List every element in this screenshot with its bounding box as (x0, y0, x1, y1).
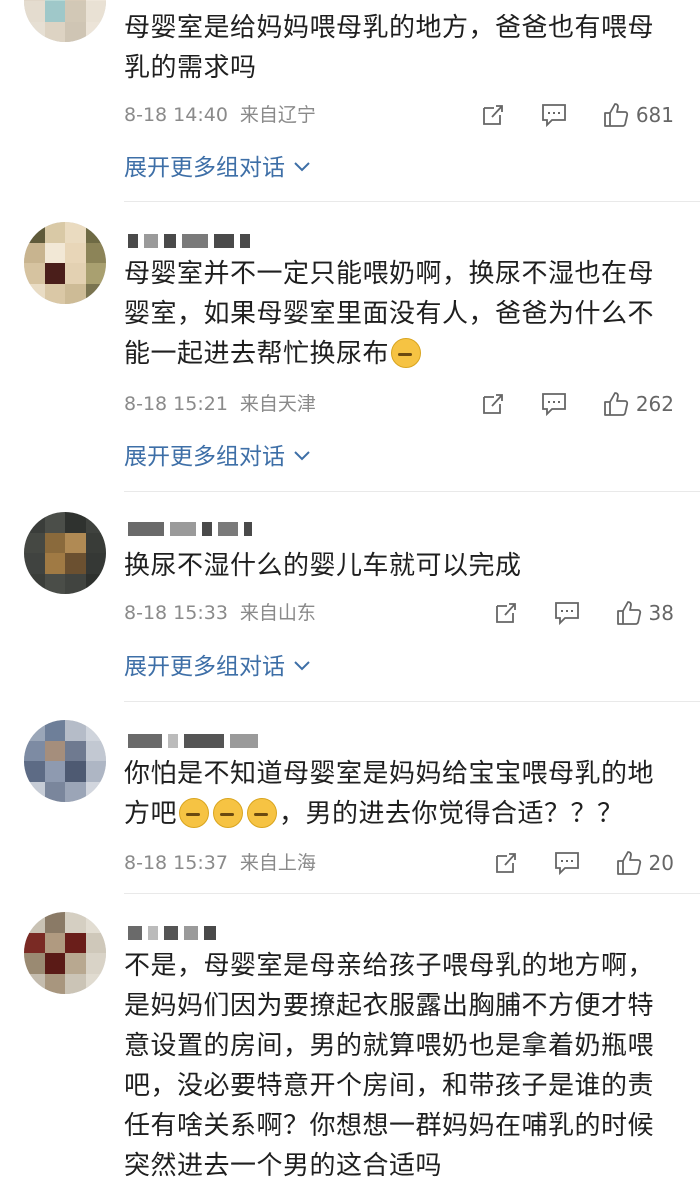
divider (124, 893, 700, 894)
avatar[interactable] (24, 0, 106, 42)
reply-button[interactable] (553, 600, 581, 626)
expand-label: 展开更多组对话 (124, 654, 285, 680)
comment-location: 来自辽宁 (239, 104, 316, 126)
comment-text-body: 母婴室并不一定只能喂奶啊，换尿不湿也在母婴室，如果母婴室里面没有人，爸爸为什么不… (124, 259, 655, 369)
thumbs-up-icon (616, 851, 641, 875)
share-icon (495, 853, 516, 873)
share-button[interactable] (493, 600, 519, 626)
avatar[interactable] (24, 512, 106, 594)
expand-label: 展开更多组对话 (124, 444, 285, 470)
thumbs-up-icon (616, 601, 641, 625)
comment-location: 来自上海 (239, 852, 316, 874)
chevron-down-icon (293, 148, 311, 184)
avatar[interactable] (24, 720, 106, 802)
awkward-emoji (179, 798, 210, 828)
avatar[interactable] (24, 912, 106, 994)
reply-button[interactable] (540, 102, 568, 128)
like-button[interactable]: 20 (615, 849, 674, 877)
comment-actions: 681 (446, 100, 674, 130)
reply-button[interactable] (553, 850, 581, 876)
comment-time: 8-18 15:21 (124, 393, 228, 415)
expand-conversation-link[interactable]: 展开更多组对话 (124, 647, 311, 683)
laughing-crying-emoji (391, 338, 422, 368)
comment-text: 你怕是不知道母婴室是妈妈给宝宝喂母乳的地方吧 ，男的进去你觉得合适？？？ (124, 754, 674, 834)
chevron-down-icon (293, 647, 311, 683)
comment-meta: 8-18 15:33 来自山东 (124, 598, 316, 628)
like-button[interactable]: 262 (602, 390, 674, 418)
comment-text: 母婴室是给妈妈喂母乳的地方，爸爸也有喂母乳的需求吗 (124, 13, 655, 83)
comment-time: 8-18 14:40 (124, 104, 228, 126)
share-button[interactable] (480, 102, 506, 128)
thumbs-up-icon (603, 392, 628, 416)
comment-time: 8-18 15:37 (124, 852, 228, 874)
expand-conversation-link[interactable]: 展开更多组对话 (124, 148, 311, 184)
like-button[interactable]: 681 (602, 101, 674, 129)
share-button[interactable] (480, 391, 506, 417)
comment-time: 8-18 15:33 (124, 602, 228, 624)
awkward-emoji (247, 798, 278, 828)
thumbs-up-icon (603, 103, 628, 127)
comment-meta: 8-18 15:37 来自上海 (124, 848, 316, 878)
comment-location: 来自山东 (239, 602, 316, 624)
comment-actions: 20 (459, 848, 674, 878)
chevron-down-icon (293, 437, 311, 473)
username-blurred (128, 518, 258, 538)
share-icon (482, 394, 503, 414)
expand-conversation-link[interactable]: 展开更多组对话 (124, 437, 311, 473)
share-button[interactable] (493, 850, 519, 876)
share-icon (495, 603, 516, 623)
reply-button[interactable] (540, 391, 568, 417)
comment-text: 母婴室并不一定只能喂奶啊，换尿不湿也在母婴室，如果母婴室里面没有人，爸爸为什么不… (124, 254, 674, 374)
comment-icon (541, 393, 566, 417)
comment-text-part-2: ，男的进去你觉得合适？？？ (279, 799, 624, 829)
avatar[interactable] (24, 222, 106, 304)
divider (124, 201, 700, 202)
like-button[interactable]: 38 (615, 599, 674, 627)
comment-meta: 8-18 15:21 来自天津 (124, 389, 316, 419)
divider (124, 491, 700, 492)
comment-meta: 8-18 14:40 来自辽宁 (124, 100, 316, 130)
expand-label: 展开更多组对话 (124, 155, 285, 181)
comment-actions: 262 (446, 389, 674, 419)
comment-icon (541, 104, 566, 128)
awkward-emoji (213, 798, 244, 828)
share-icon (482, 105, 503, 125)
like-count: 681 (635, 103, 674, 127)
comment-actions: 38 (459, 598, 674, 628)
comment-text: 不是，母婴室是母亲给孩子喂母乳的地方啊，是妈妈们因为要撩起衣服露出胸脯不方便才特… (124, 951, 655, 1181)
username-blurred (128, 730, 264, 750)
comment-location: 来自天津 (239, 393, 316, 415)
like-count: 262 (635, 392, 674, 416)
comment-text: 换尿不湿什么的婴儿车就可以完成 (124, 551, 522, 581)
like-count: 20 (648, 851, 674, 875)
comment-icon (554, 602, 579, 626)
username-blurred (128, 922, 222, 942)
username-blurred (128, 230, 256, 250)
like-count: 38 (648, 601, 674, 625)
comment-icon (554, 852, 579, 876)
divider (124, 701, 700, 702)
